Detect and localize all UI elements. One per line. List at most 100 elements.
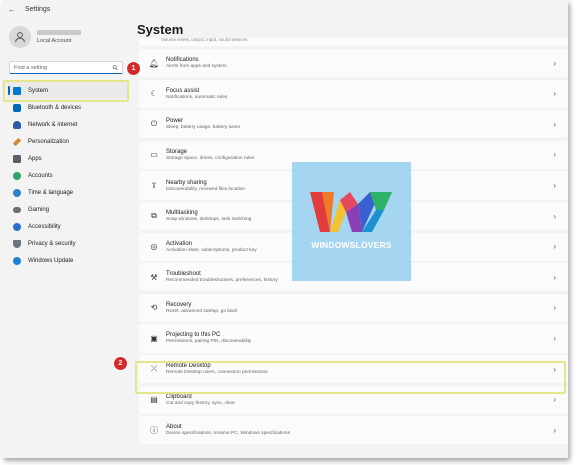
power-icon: ⏻ — [150, 119, 158, 129]
sidebar-item-accessibility[interactable]: Accessibility — [7, 218, 129, 235]
row-about[interactable]: ⓘ About Device specifications, rename PC,… — [139, 416, 568, 445]
row-subtitle: Activation state, subscriptions, product… — [166, 247, 257, 253]
row-title: Storage — [166, 148, 188, 155]
row-title: About — [166, 424, 182, 431]
sidebar-item-label: Bluetooth & devices — [28, 104, 82, 111]
accessibility-icon — [13, 222, 21, 231]
wifi-icon — [13, 120, 21, 129]
system-highlight-box — [3, 80, 129, 102]
row-title: Clipboard — [166, 393, 192, 400]
sidebar-item-label: Apps — [28, 155, 42, 162]
shield-icon — [13, 239, 21, 248]
row-power[interactable]: ⏻ Power Sleep, battery usage, battery sav… — [139, 110, 568, 139]
projector-icon: ▣ — [150, 333, 158, 343]
sidebar-item-label: Time & language — [28, 189, 74, 196]
row-title: Projecting to this PC — [166, 332, 221, 339]
globe-clock-icon — [13, 188, 21, 197]
sidebar-item-windows-update[interactable]: Windows Update — [7, 252, 129, 269]
chevron-right-icon: › — [553, 303, 556, 313]
window-title: Settings — [25, 5, 51, 13]
chevron-right-icon: › — [553, 211, 556, 221]
chevron-right-icon: › — [553, 425, 556, 435]
row-subtitle: Storage space, drives, configuration rul… — [166, 155, 255, 161]
sidebar-item-label: Privacy & security — [28, 240, 76, 247]
row-subtitle: Permissions, pairing PIN, discoverabilit… — [166, 339, 252, 345]
sidebar-item-accounts[interactable]: Accounts — [7, 167, 129, 184]
row-title: Notifications — [166, 57, 199, 64]
chevron-right-icon: › — [553, 272, 556, 282]
chevron-right-icon: › — [553, 119, 556, 129]
settings-window: ← Settings Local Account Find a setting … — [2, 0, 568, 458]
windowslovers-watermark: WINDOWSLOVERS — [292, 162, 411, 281]
sidebar-item-personalization[interactable]: Personalization — [7, 133, 129, 150]
row-subtitle: Reset, advanced startup, go back — [166, 308, 238, 314]
row-subtitle: Recommended troubleshooters, preferences… — [166, 278, 278, 284]
profile-account-type: Local Account — [37, 38, 72, 44]
profile-name-redacted — [37, 30, 81, 35]
brush-icon — [12, 137, 22, 146]
row-title: Activation — [166, 240, 193, 247]
sidebar-item-label: Network & internet — [28, 121, 78, 128]
sidebar-item-label: Gaming — [28, 206, 50, 213]
step-marker-1: 1 — [127, 62, 140, 75]
partial-row-sound[interactable]: Volume levels, output, input, sound devi… — [139, 38, 568, 46]
avatar — [9, 26, 31, 48]
row-subtitle: Discoverability, received files location — [166, 186, 246, 192]
bluetooth-icon — [13, 103, 21, 112]
row-focus-assist[interactable]: ☾ Focus assist Notifications, automatic r… — [139, 79, 568, 108]
sidebar-item-gaming[interactable]: Gaming — [7, 201, 129, 218]
row-subtitle: Snap windows, desktops, task switching — [166, 217, 252, 223]
multitask-icon: ⧉ — [151, 211, 157, 221]
search-placeholder: Find a setting — [14, 64, 48, 71]
moon-icon: ☾ — [150, 89, 158, 99]
row-title: Power — [166, 118, 184, 125]
sidebar-item-label: Accounts — [28, 172, 53, 179]
row-projecting[interactable]: ▣ Projecting to this PC Permissions, pair… — [139, 324, 568, 353]
windowslovers-logo — [310, 192, 392, 232]
search-icon[interactable]: ⚲ — [111, 63, 120, 73]
sidebar-item-apps[interactable]: Apps — [7, 150, 129, 167]
chevron-right-icon: › — [553, 395, 556, 405]
sidebar-item-time-language[interactable]: Time & language — [7, 184, 129, 201]
info-icon: ⓘ — [150, 425, 158, 435]
row-title: Nearby sharing — [166, 179, 207, 186]
sidebar-item-privacy-security[interactable]: Privacy & security — [7, 235, 129, 252]
chevron-right-icon: › — [553, 242, 556, 252]
update-icon — [13, 256, 21, 265]
search-input[interactable]: Find a setting ⚲ — [9, 61, 123, 74]
row-notifications[interactable]: 🔔︎ Notifications Alerts from apps and sys… — [139, 49, 568, 78]
watermark-text: WINDOWSLOVERS — [311, 240, 392, 250]
row-title: Multitasking — [166, 210, 198, 217]
recovery-icon: ⟲ — [150, 303, 158, 313]
sidebar-item-label: Windows Update — [28, 257, 74, 264]
remote-desktop-highlight-box — [135, 361, 566, 394]
storage-icon: ▭ — [150, 150, 158, 160]
wrench-icon: ⚒ — [150, 272, 158, 282]
user-profile[interactable]: Local Account — [9, 26, 81, 48]
back-arrow-icon[interactable]: ← — [5, 5, 19, 14]
person-icon — [13, 171, 21, 180]
row-subtitle: Device specifications, rename PC, Window… — [166, 431, 290, 437]
sidebar-item-label: Personalization — [28, 138, 70, 145]
row-subtitle: Notifications, automatic rules — [166, 94, 228, 100]
step-marker-2: 2 — [114, 357, 127, 370]
sidebar-item-label: Accessibility — [28, 223, 61, 230]
chevron-right-icon: › — [553, 89, 556, 99]
title-bar: ← Settings — [2, 0, 568, 18]
apps-icon — [13, 154, 21, 163]
chevron-right-icon: › — [553, 150, 556, 160]
gamepad-icon — [13, 206, 21, 213]
row-recovery[interactable]: ⟲ Recovery Reset, advanced startup, go ba… — [139, 293, 568, 323]
chevron-right-icon: › — [553, 58, 556, 68]
page-title: System — [137, 22, 184, 37]
sidebar: Local Account Find a setting ⚲ System Bl… — [2, 18, 136, 458]
share-icon: ⇪ — [150, 181, 158, 191]
clipboard-icon: ▤ — [150, 395, 158, 405]
chevron-right-icon: › — [553, 181, 556, 191]
row-title: Recovery — [166, 301, 192, 308]
sidebar-item-network[interactable]: Network & internet — [7, 116, 129, 133]
row-subtitle: Alerts from apps and system — [166, 64, 227, 70]
person-icon — [15, 32, 25, 43]
row-title: Focus assist — [166, 87, 200, 94]
check-circle-icon: ◎ — [150, 242, 158, 252]
